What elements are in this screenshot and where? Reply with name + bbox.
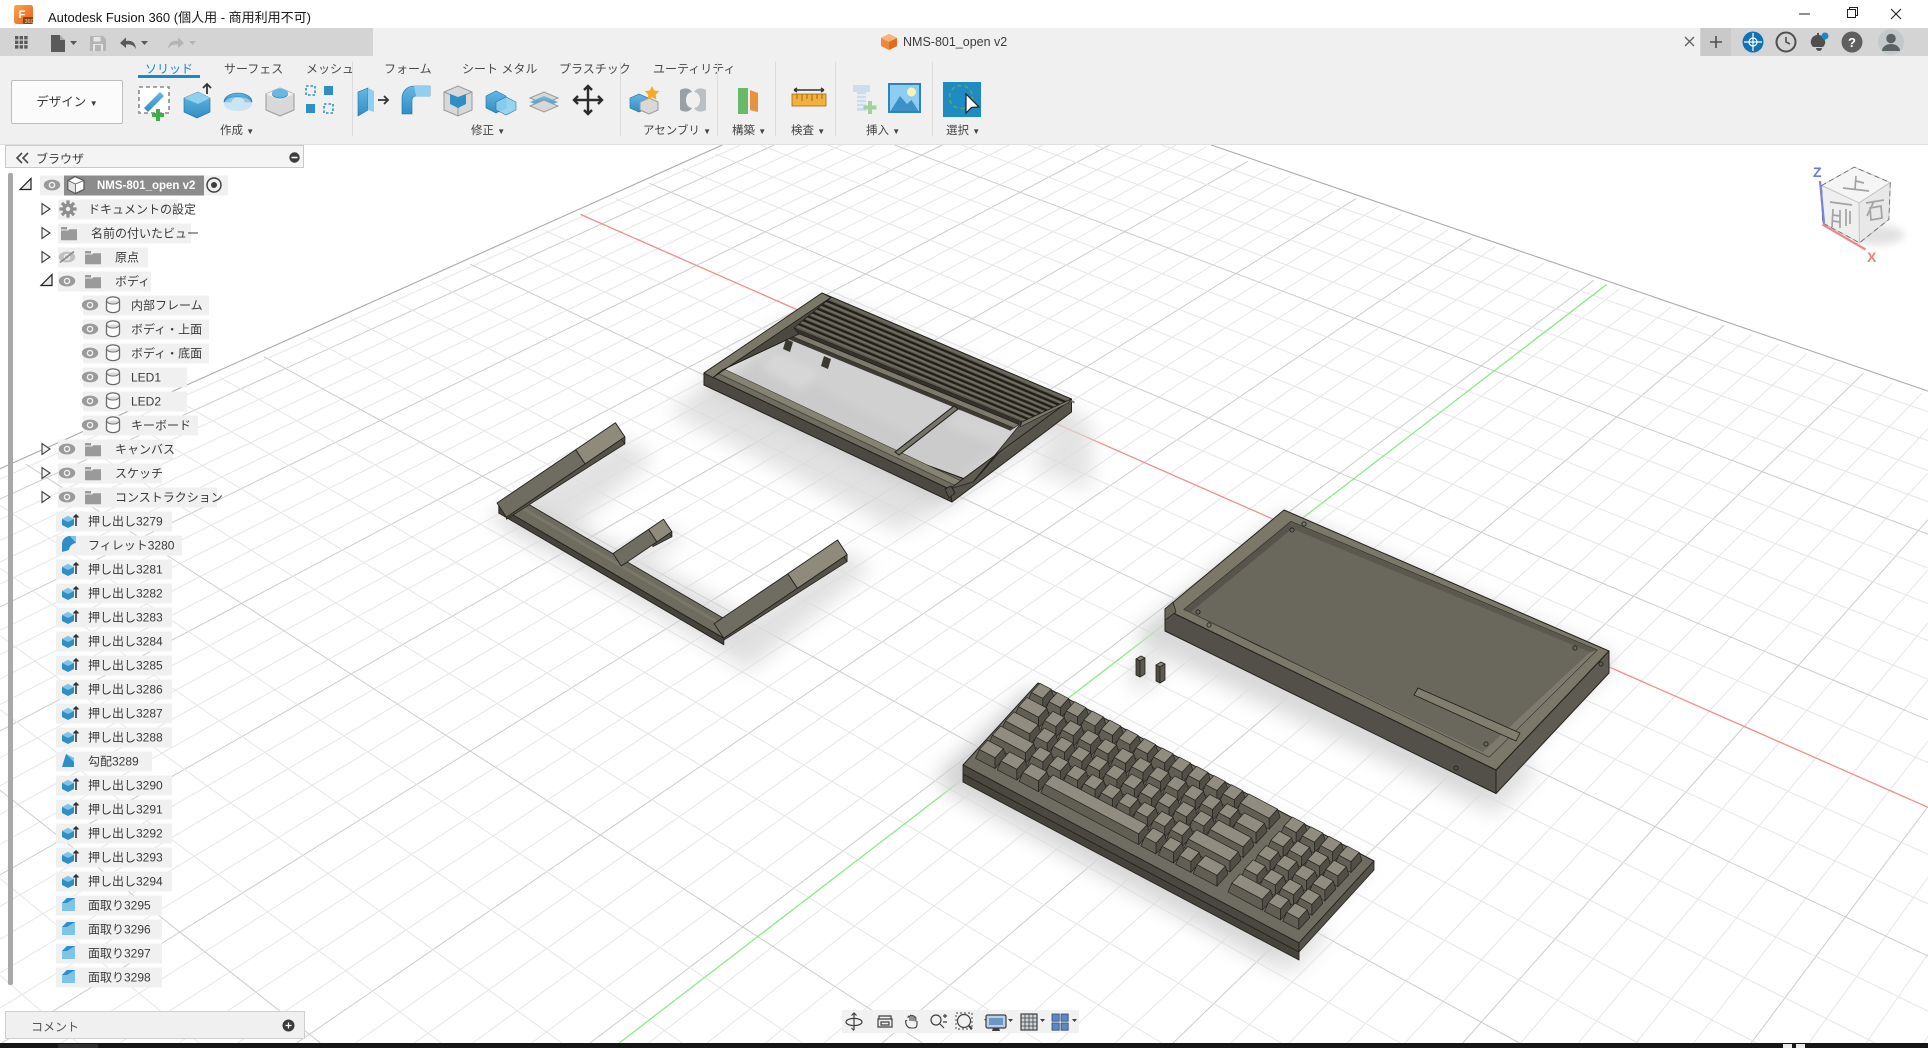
svg-text:押し出し3286: 押し出し3286 [88, 683, 163, 697]
svg-text:スケッチ: スケッチ [115, 467, 163, 481]
svg-text:押し出し3284: 押し出し3284 [88, 635, 163, 649]
svg-text:押し出し3285: 押し出し3285 [88, 659, 163, 673]
svg-text:フィレット3280: フィレット3280 [88, 539, 175, 553]
svg-text:面取り3297: 面取り3297 [88, 947, 151, 961]
svg-text:押し出し3283: 押し出し3283 [88, 611, 163, 625]
svg-text:Z: Z [1813, 164, 1822, 180]
svg-text:キャンバス: キャンバス [115, 443, 175, 457]
svg-text:コンストラクション: コンストラクション [115, 491, 223, 505]
svg-text:ドキュメントの設定: ドキュメントの設定 [88, 202, 196, 217]
svg-text:?: ? [1848, 35, 1856, 50]
svg-text:内部フレーム: 内部フレーム [131, 298, 203, 313]
svg-text:LED2: LED2 [131, 395, 161, 409]
svg-text:押し出し3290: 押し出し3290 [88, 779, 163, 793]
svg-text:X: X [1867, 249, 1877, 265]
svg-text:押し出し3292: 押し出し3292 [88, 827, 163, 841]
svg-text:押し出し3294: 押し出し3294 [88, 875, 163, 889]
svg-text:NMS-801_open v2: NMS-801_open v2 [97, 180, 195, 192]
svg-text:押し出し3287: 押し出し3287 [88, 707, 163, 721]
svg-text:押し出し3279: 押し出し3279 [88, 515, 163, 529]
svg-text:面取り3295: 面取り3295 [88, 899, 151, 913]
svg-text:LED1: LED1 [131, 371, 161, 385]
svg-text:押し出し3293: 押し出し3293 [88, 851, 163, 865]
svg-text:面取り3298: 面取り3298 [88, 971, 151, 985]
svg-text:名前の付いたビュー: 名前の付いたビュー [91, 226, 199, 241]
svg-text:ボディ: ボディ [115, 274, 150, 289]
svg-text:360: 360 [25, 19, 34, 24]
svg-text:ボディ・底面: ボディ・底面 [131, 346, 202, 361]
svg-text:勾配3289: 勾配3289 [88, 755, 139, 769]
svg-text:ボディ・上面: ボディ・上面 [131, 322, 202, 337]
svg-text:押し出し3291: 押し出し3291 [88, 803, 163, 817]
svg-text:原点: 原点 [115, 251, 139, 265]
svg-text:押し出し3282: 押し出し3282 [88, 587, 163, 601]
svg-text:キーボード: キーボード [131, 419, 191, 433]
svg-text:面取り3296: 面取り3296 [88, 923, 151, 937]
svg-text:押し出し3281: 押し出し3281 [88, 563, 163, 577]
svg-text:押し出し3288: 押し出し3288 [88, 731, 163, 745]
